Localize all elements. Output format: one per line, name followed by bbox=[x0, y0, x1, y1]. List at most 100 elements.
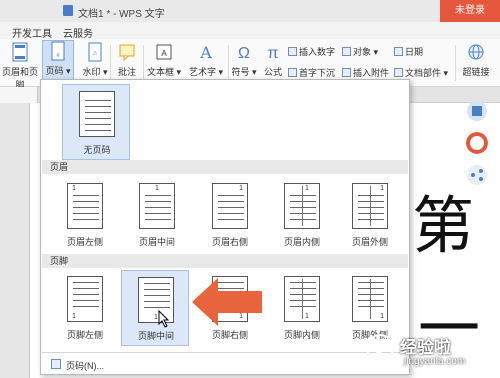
footer-inside-label: 页脚内侧 bbox=[283, 330, 320, 340]
title-bar: 文档1 * - WPS 文字 未登录 bbox=[0, 0, 500, 22]
omega-icon: Ω bbox=[238, 45, 250, 62]
svg-text:A: A bbox=[199, 43, 212, 62]
chevron-down-icon: ▾ bbox=[249, 67, 257, 77]
page-thumbnail bbox=[79, 91, 115, 137]
mouse-cursor-icon bbox=[158, 310, 170, 328]
menu-cloud-service[interactable]: 云服务 bbox=[63, 25, 93, 40]
page-thumbnail: 1 bbox=[139, 183, 175, 229]
header-section-title: 页眉 bbox=[42, 160, 408, 174]
header-left-option[interactable]: 1 页眉左侧 bbox=[51, 177, 119, 253]
globe-link-icon bbox=[468, 44, 484, 60]
ribbon-divider bbox=[110, 45, 111, 81]
ribbon-divider bbox=[143, 45, 144, 81]
drop-cap-icon bbox=[288, 68, 297, 77]
pi-icon: π bbox=[267, 45, 278, 62]
no-page-number-option[interactable]: 无页码 bbox=[62, 84, 130, 160]
insert-attachment-button[interactable]: 插入附件 bbox=[342, 66, 389, 79]
comment-icon bbox=[119, 44, 135, 62]
page-number-icon: # bbox=[51, 41, 65, 61]
symbol-label: 符号 bbox=[231, 67, 250, 77]
watermark-button[interactable]: a 水印 ▾ bbox=[78, 42, 112, 82]
header-center-label: 页眉中间 bbox=[138, 237, 175, 247]
comment-button[interactable]: 批注 bbox=[113, 42, 141, 82]
formula-button[interactable]: π 公式 bbox=[260, 42, 286, 82]
doc-parts-icon bbox=[394, 68, 403, 77]
page-thumbnail: 1 bbox=[352, 276, 388, 322]
footer-left-option[interactable]: 1 页脚左侧 bbox=[51, 270, 119, 346]
watermark-icon: a bbox=[88, 42, 102, 62]
watermark-label: 水印 bbox=[82, 67, 101, 77]
header-center-option[interactable]: 1 页眉中间 bbox=[123, 177, 191, 253]
arrow-left-icon bbox=[192, 278, 262, 326]
footer-inside-option[interactable]: 1 页脚内侧 bbox=[268, 270, 336, 346]
insert-number-icon bbox=[288, 47, 297, 56]
symbol-button[interactable]: Ω 符号 ▾ bbox=[230, 42, 258, 82]
doc-parts-label: 文档部件 bbox=[405, 68, 442, 78]
page-thumbnail: 1 bbox=[284, 183, 320, 229]
date-button[interactable]: 日期 bbox=[394, 45, 423, 58]
header-left-label: 页眉左侧 bbox=[66, 237, 103, 247]
wordart-button[interactable]: A 艺术字 ▾ bbox=[186, 42, 226, 82]
textbox-label: 文本框 bbox=[146, 67, 174, 77]
page-thumbnail: 1 bbox=[284, 276, 320, 322]
page-thumbnail: 1 bbox=[67, 276, 103, 322]
watermark-site-name: 经验啦 bbox=[400, 338, 451, 357]
header-right-label: 页眉右侧 bbox=[211, 237, 248, 247]
page-number-dropdown: 无页码 页眉 1 页眉左侧 1 页眉中间 1 页眉右侧 1 页眉内侧 1 页眉外… bbox=[40, 79, 410, 375]
insert-attachment-label: 插入附件 bbox=[353, 68, 390, 78]
header-outside-label: 页眉外侧 bbox=[351, 237, 388, 247]
no-page-number-label: 无页码 bbox=[83, 145, 111, 155]
login-button[interactable]: 未登录 bbox=[440, 0, 500, 22]
header-footer-button[interactable]: 页眉和页脚 bbox=[0, 42, 40, 90]
watermark-site-url: jingyanla.com bbox=[404, 356, 466, 367]
lifebuoy-icon[interactable] bbox=[466, 132, 488, 154]
chevron-down-icon: ▾ bbox=[371, 47, 379, 57]
footer-left-label: 页脚左侧 bbox=[66, 330, 103, 340]
page-thumbnail: 1 bbox=[67, 183, 103, 229]
footer-right-label: 页脚右侧 bbox=[211, 330, 248, 340]
svg-text:a: a bbox=[93, 50, 97, 57]
chevron-down-icon: ▾ bbox=[441, 68, 449, 78]
footer-center-option[interactable]: 1 页脚中间 bbox=[121, 270, 189, 346]
header-inside-option[interactable]: 1 页眉内侧 bbox=[268, 177, 336, 253]
wordart-label: 艺术字 bbox=[188, 67, 216, 77]
menu-bar: 开发工具 云服务 bbox=[0, 22, 500, 40]
svg-text:π: π bbox=[267, 45, 278, 62]
header-right-option[interactable]: 1 页眉右侧 bbox=[196, 177, 264, 253]
comment-label: 批注 bbox=[117, 67, 136, 77]
drop-cap-button[interactable]: 首字下沉 bbox=[288, 66, 335, 79]
page-number-more-label: 页码(N)... bbox=[66, 361, 104, 371]
attachment-icon bbox=[342, 68, 351, 77]
footer-section-title: 页脚 bbox=[42, 254, 408, 268]
share-icon[interactable] bbox=[466, 164, 488, 186]
page-number-more-option[interactable]: 页码(N)... bbox=[42, 352, 408, 374]
header-outside-option[interactable]: 1 页眉外侧 bbox=[336, 177, 404, 253]
drop-cap-label: 首字下沉 bbox=[299, 68, 336, 78]
object-icon bbox=[342, 47, 351, 56]
menu-developer-tools[interactable]: 开发工具 bbox=[12, 25, 52, 40]
ribbon-divider bbox=[228, 45, 229, 81]
page-thumbnail: 1 bbox=[352, 183, 388, 229]
document-tab[interactable] bbox=[0, 87, 38, 103]
object-label: 对象 bbox=[353, 47, 372, 57]
textbox-icon: A bbox=[156, 44, 172, 60]
sidebar-tool-icon[interactable] bbox=[466, 100, 488, 122]
page-thumbnail: 1 bbox=[212, 183, 248, 229]
page-number-label: 页码 bbox=[45, 66, 64, 76]
window-title: 文档1 * - WPS 文字 bbox=[78, 9, 165, 20]
object-button[interactable]: 对象 ▾ bbox=[342, 45, 378, 58]
document-icon bbox=[63, 5, 73, 16]
wordart-icon: A bbox=[199, 43, 212, 62]
chevron-down-icon: ▾ bbox=[100, 67, 108, 77]
hyperlink-button[interactable]: 超链接 bbox=[458, 42, 494, 82]
chevron-down-icon: ▾ bbox=[215, 67, 224, 77]
doc-parts-button[interactable]: 文档部件 ▾ bbox=[394, 66, 448, 79]
insert-number-button[interactable]: 插入数字 bbox=[288, 45, 335, 58]
header-inside-label: 页眉内侧 bbox=[283, 237, 320, 247]
textbox-button[interactable]: A 文本框 ▾ bbox=[146, 42, 182, 82]
hyperlink-label: 超链接 bbox=[462, 67, 490, 77]
page-number-button[interactable]: # 页码 ▾ bbox=[42, 40, 74, 82]
svg-text:Ω: Ω bbox=[238, 45, 250, 62]
vertical-ruler bbox=[0, 103, 30, 378]
page-number-settings-icon bbox=[51, 359, 61, 369]
